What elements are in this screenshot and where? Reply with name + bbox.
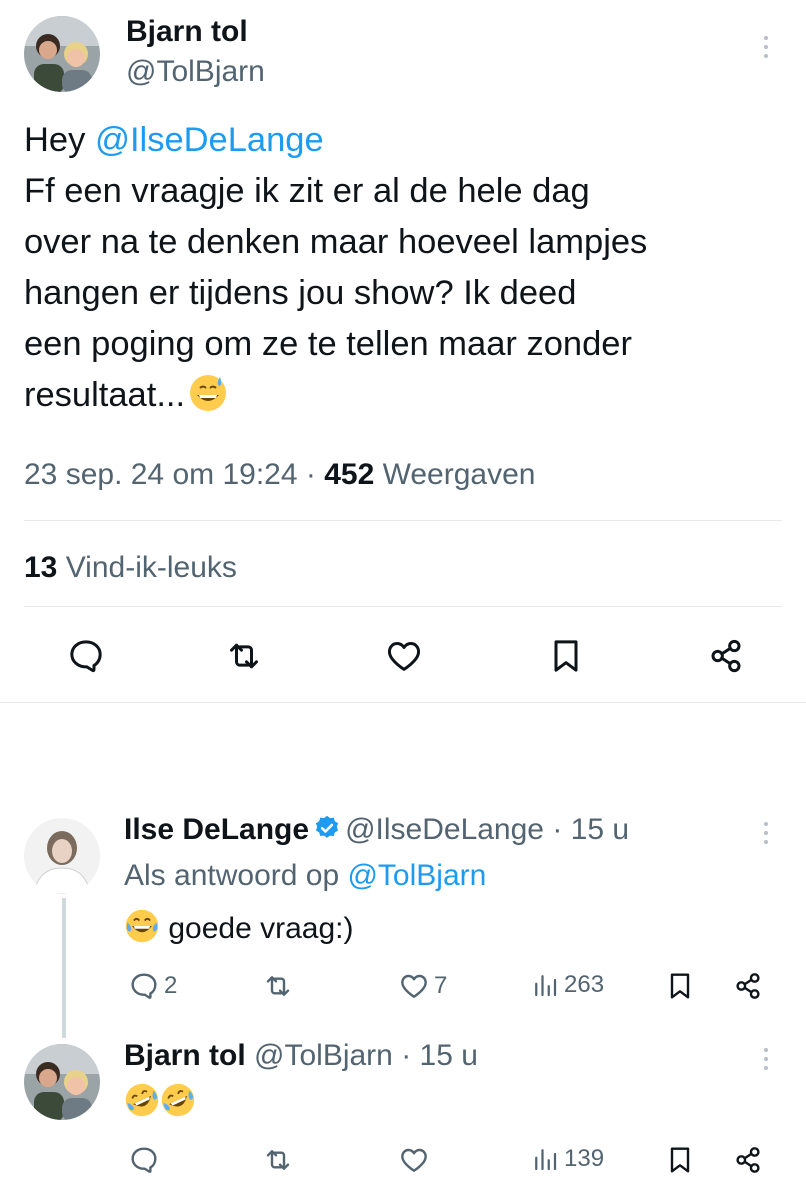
views-count: 263	[564, 971, 605, 998]
like-count: 7	[434, 972, 448, 999]
reply-author-name[interactable]: Bjarn tol	[124, 1039, 246, 1072]
tweet-meta: 23 sep. 24 om 19:24 · 452 Weergaven	[24, 458, 536, 491]
reply-button[interactable]: 2	[128, 970, 177, 1002]
retweet-button[interactable]	[262, 970, 294, 1002]
reply-text: goede vraag:)	[124, 908, 353, 953]
tweet-line: Hey @IlseDeLange	[24, 121, 324, 159]
reply-to-line: Als antwoord op @TolBjarn	[124, 859, 487, 892]
reply-header: Ilse DeLange @IlseDeLange · 15 u	[124, 812, 629, 851]
like-icon[interactable]	[384, 636, 424, 676]
retweet-icon[interactable]	[224, 636, 264, 676]
reply-icon[interactable]	[66, 636, 106, 676]
views-button[interactable]: 263	[530, 970, 604, 1000]
tweet-line: een poging om ze te tellen maar zonder	[24, 325, 632, 363]
reply-author-handle[interactable]: @TolBjarn	[254, 1039, 393, 1072]
reply-action-bar: 139	[0, 1140, 806, 1180]
share-icon[interactable]	[706, 636, 746, 676]
share-icon[interactable]	[732, 1144, 764, 1176]
likes-summary[interactable]: 13 Vind-ik-leuks	[24, 548, 237, 588]
reply-count: 2	[164, 972, 178, 999]
tweet-line: resultaat...	[24, 370, 784, 428]
mention-link[interactable]: @IlseDeLange	[95, 121, 324, 159]
like-button[interactable]: 7	[398, 970, 447, 1002]
verified-badge-icon	[313, 814, 341, 851]
more-options-icon[interactable]	[760, 1048, 772, 1070]
author-handle[interactable]: @TolBjarn	[126, 54, 265, 90]
reply-time[interactable]: · 15 u	[544, 813, 629, 846]
views-label: Weergaven	[374, 458, 536, 491]
tweet-line: hangen er tijdens jou show? Ik deed	[24, 274, 577, 312]
tweet-date[interactable]: 23 sep. 24 om 19:24	[24, 458, 298, 491]
views-button[interactable]: 139	[530, 1144, 604, 1174]
reply-button[interactable]	[128, 1144, 160, 1176]
bookmark-icon[interactable]	[664, 1144, 696, 1176]
reply-author-handle[interactable]: @IlseDeLange	[345, 813, 544, 846]
rolling-laughing-emoji	[124, 1082, 160, 1127]
like-button[interactable]	[398, 1144, 430, 1176]
bookmark-icon[interactable]	[664, 970, 696, 1002]
reply-time[interactable]: · 15 u	[393, 1039, 478, 1072]
reply-to-handle[interactable]: @TolBjarn	[347, 859, 486, 892]
author-name[interactable]: Bjarn tol	[126, 14, 248, 50]
tweet-line: over na te denken maar hoeveel lampjes	[24, 223, 648, 261]
reply-action-bar: 2 7 263	[0, 966, 806, 1006]
views-count: 139	[564, 1145, 605, 1172]
reply-author-name[interactable]: Ilse DeLange	[124, 813, 309, 846]
section-divider	[0, 702, 806, 703]
likes-label: Vind-ik-leuks	[57, 551, 237, 584]
author-avatar[interactable]	[24, 16, 100, 92]
tweet-action-bar	[0, 632, 806, 680]
more-options-icon[interactable]	[760, 822, 772, 844]
retweet-button[interactable]	[262, 1144, 294, 1176]
likes-count: 13	[24, 551, 58, 584]
more-options-icon[interactable]	[760, 36, 772, 58]
tweet-text: Hey @IlseDeLange Ff een vraagje ik zit e…	[24, 115, 784, 428]
views-count: 452	[324, 458, 375, 491]
share-icon[interactable]	[732, 970, 764, 1002]
reply-avatar[interactable]	[24, 1044, 100, 1120]
bookmark-icon[interactable]	[546, 636, 586, 676]
reply-header: Bjarn tol @TolBjarn · 15 u	[124, 1038, 478, 1074]
tears-of-joy-emoji	[124, 908, 160, 953]
divider	[24, 606, 782, 607]
rolling-laughing-emoji	[160, 1082, 196, 1127]
sweat-smile-emoji	[188, 373, 228, 428]
tweet-line: Ff een vraagje ik zit er al de hele dag	[24, 172, 590, 210]
reply-text	[124, 1082, 196, 1127]
reply-avatar[interactable]	[24, 818, 100, 894]
divider	[24, 520, 782, 521]
